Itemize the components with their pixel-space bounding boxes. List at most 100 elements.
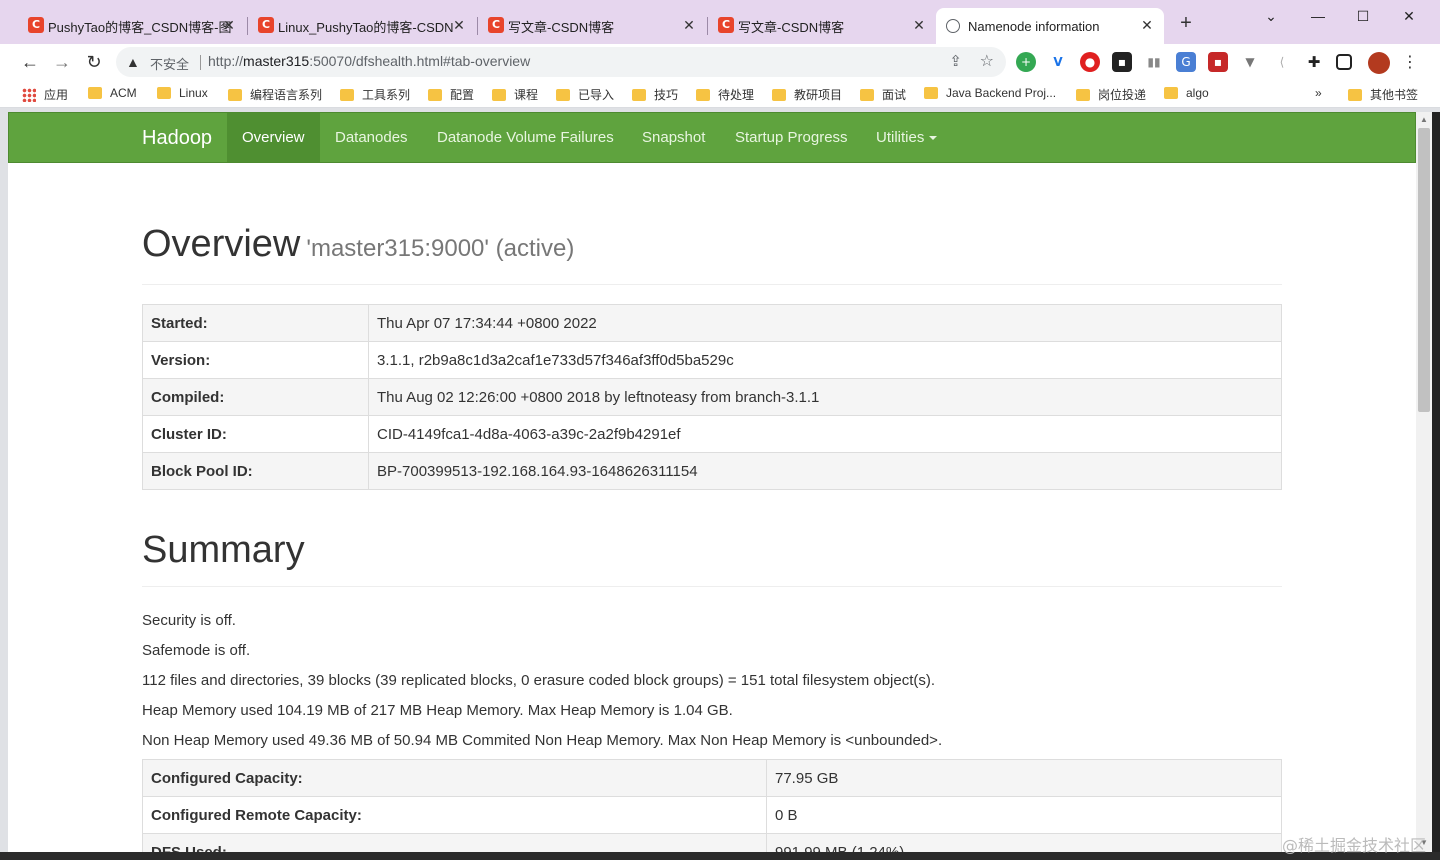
security-status-line: Security is off.	[142, 612, 236, 629]
tab-linux-blog[interactable]: C Linux_PushyTao的博客-CSDN ✕	[250, 8, 476, 44]
new-tab-button[interactable]: +	[1176, 13, 1196, 34]
table-row: DFS Used: 991.99 MB (1.24%)	[142, 833, 1282, 852]
nav-startup-progress[interactable]: Startup Progress	[720, 113, 863, 162]
row-value: Thu Aug 02 12:26:00 +0800 2018 by leftno…	[368, 378, 1282, 416]
non-heap-memory-line: Non Heap Memory used 49.36 MB of 50.94 M…	[142, 732, 943, 749]
bookmark-star-icon[interactable]: ☆	[980, 51, 994, 71]
page-scrollbar[interactable]: ▲ ▼	[1416, 112, 1432, 852]
sidepanel-icon[interactable]	[1336, 54, 1352, 70]
bookmark-courses[interactable]: 课程	[492, 86, 538, 103]
close-tab-icon[interactable]: ✕	[1138, 16, 1156, 34]
bookmark-programming-languages[interactable]: 编程语言系列	[228, 86, 322, 103]
tab-title: PushyTao的博客_CSDN博客-图	[48, 19, 232, 35]
folder-icon	[632, 88, 646, 101]
stop-icon[interactable]: ●	[1080, 52, 1100, 72]
bookmark-research[interactable]: 教研项目	[772, 86, 842, 103]
browser-toolbar: ← → ↻ ▲ 不安全 http://master315:50070/dfshe…	[0, 44, 1440, 80]
bookmark-java-backend[interactable]: Java Backend Proj...	[924, 86, 1056, 100]
row-value: BP-700399513-192.168.164.93-164862631115…	[368, 452, 1282, 490]
scrollbar-thumb[interactable]	[1418, 128, 1430, 412]
safemode-status-line: Safemode is off.	[142, 642, 251, 659]
tab-title: Namenode information	[968, 18, 1100, 34]
forward-icon[interactable]: →	[50, 50, 74, 74]
bookmark-tools[interactable]: 工具系列	[340, 86, 410, 103]
address-bar[interactable]: ▲ 不安全 http://master315:50070/dfshealth.h…	[116, 47, 1006, 77]
share-icon[interactable]: ⇪	[949, 52, 962, 70]
close-tab-icon[interactable]: ✕	[910, 16, 928, 34]
pdf-icon[interactable]: ▪	[1208, 52, 1228, 72]
row-value: 991.99 MB (1.24%)	[766, 833, 1282, 852]
tab-title: 写文章-CSDN博客	[508, 19, 615, 35]
close-tab-icon[interactable]: ✕	[680, 16, 698, 34]
security-status[interactable]: 不安全	[150, 54, 189, 73]
nav-datanode-volume-failures[interactable]: Datanode Volume Failures	[422, 113, 629, 162]
apps-grid-icon	[22, 87, 36, 102]
menu-icon[interactable]: ⋮	[1400, 52, 1420, 72]
bookmark-imported[interactable]: 已导入	[556, 86, 614, 103]
bookmark-interview[interactable]: 面试	[860, 86, 906, 103]
taskbar-edge	[0, 852, 1440, 860]
avatar[interactable]	[1368, 52, 1390, 74]
overview-header: Overview'master315:9000' (active)	[142, 217, 1282, 285]
bookmark-other[interactable]: 其他书签	[1348, 86, 1418, 103]
bookmark-pending[interactable]: 待处理	[696, 86, 754, 103]
folder-icon	[860, 88, 874, 101]
tab-search-icon[interactable]: ⌄	[1259, 6, 1283, 26]
tab-separator	[477, 17, 478, 35]
folder-icon	[88, 87, 102, 99]
minimize-icon[interactable]: —	[1306, 6, 1330, 26]
csdn-favicon-icon: C	[258, 17, 274, 33]
summary-table: Configured Capacity: 77.95 GB Configured …	[142, 759, 1282, 852]
bookmark-linux[interactable]: Linux	[157, 86, 208, 100]
folder-icon	[1348, 88, 1362, 101]
nav-datanodes[interactable]: Datanodes	[320, 113, 423, 162]
puzzle-icon[interactable]: ✚	[1304, 52, 1324, 72]
maximize-icon[interactable]: ☐	[1351, 6, 1375, 26]
close-tab-icon[interactable]: ✕	[220, 16, 238, 34]
nav-snapshot[interactable]: Snapshot	[627, 113, 720, 162]
url-text[interactable]: http://master315:50070/dfshealth.html#ta…	[208, 53, 530, 69]
plus-icon[interactable]: +	[1016, 52, 1036, 72]
folder-icon	[157, 87, 171, 99]
reload-icon[interactable]: ↻	[82, 50, 106, 74]
csdn-favicon-icon: C	[718, 17, 734, 33]
tab-write-article-1[interactable]: C 写文章-CSDN博客 ✕	[480, 8, 706, 44]
globe-favicon-icon	[946, 19, 960, 33]
bookmark-acm[interactable]: ACM	[88, 86, 137, 100]
bars-icon[interactable]: ▮▮	[1144, 52, 1164, 72]
vee-icon[interactable]: V	[1048, 52, 1068, 72]
watermark: @稀土掘金技术社区	[1281, 836, 1426, 855]
back-icon[interactable]: ←	[18, 50, 42, 74]
bookmark-algo[interactable]: algo	[1164, 86, 1209, 100]
folder-icon	[1076, 88, 1090, 101]
row-key: Configured Remote Capacity:	[142, 796, 767, 834]
close-window-icon[interactable]: ✕	[1397, 6, 1421, 26]
bookmark-config[interactable]: 配置	[428, 86, 474, 103]
nav-utilities[interactable]: Utilities	[861, 113, 952, 162]
bookmark-job-applications[interactable]: 岗位投递	[1076, 86, 1146, 103]
row-key: Compiled:	[142, 378, 369, 416]
filesystem-objects-line: 112 files and directories, 39 blocks (39…	[142, 672, 936, 689]
ghost-icon[interactable]: ▪	[1112, 52, 1132, 72]
row-key: DFS Used:	[142, 833, 767, 852]
bookmark-apps[interactable]: 应用	[22, 86, 68, 103]
scroll-up-icon[interactable]: ▲	[1420, 115, 1428, 124]
window-edge	[1432, 112, 1440, 860]
translate-icon[interactable]: G	[1176, 52, 1196, 72]
leaf-icon[interactable]: ⟨	[1272, 52, 1292, 72]
tab-namenode-information[interactable]: Namenode information ✕	[936, 8, 1164, 44]
folder-icon	[428, 88, 442, 101]
csdn-favicon-icon: C	[28, 17, 44, 33]
bookmarks-overflow-button[interactable]: »	[1315, 86, 1322, 100]
nav-overview[interactable]: Overview	[227, 113, 320, 162]
triangle-icon[interactable]: ▼	[1240, 52, 1260, 72]
table-row: Compiled: Thu Aug 02 12:26:00 +0800 2018 …	[142, 378, 1282, 416]
folder-icon	[772, 88, 786, 101]
bookmark-tips[interactable]: 技巧	[632, 86, 678, 103]
warning-icon[interactable]: ▲	[126, 54, 140, 70]
tab-write-article-2[interactable]: C 写文章-CSDN博客 ✕	[710, 8, 936, 44]
tab-separator	[707, 17, 708, 35]
tab-pushytao-blog[interactable]: C PushyTao的博客_CSDN博客-图 ✕	[20, 8, 246, 44]
close-tab-icon[interactable]: ✕	[450, 16, 468, 34]
hadoop-brand[interactable]: Hadoop	[142, 127, 212, 150]
